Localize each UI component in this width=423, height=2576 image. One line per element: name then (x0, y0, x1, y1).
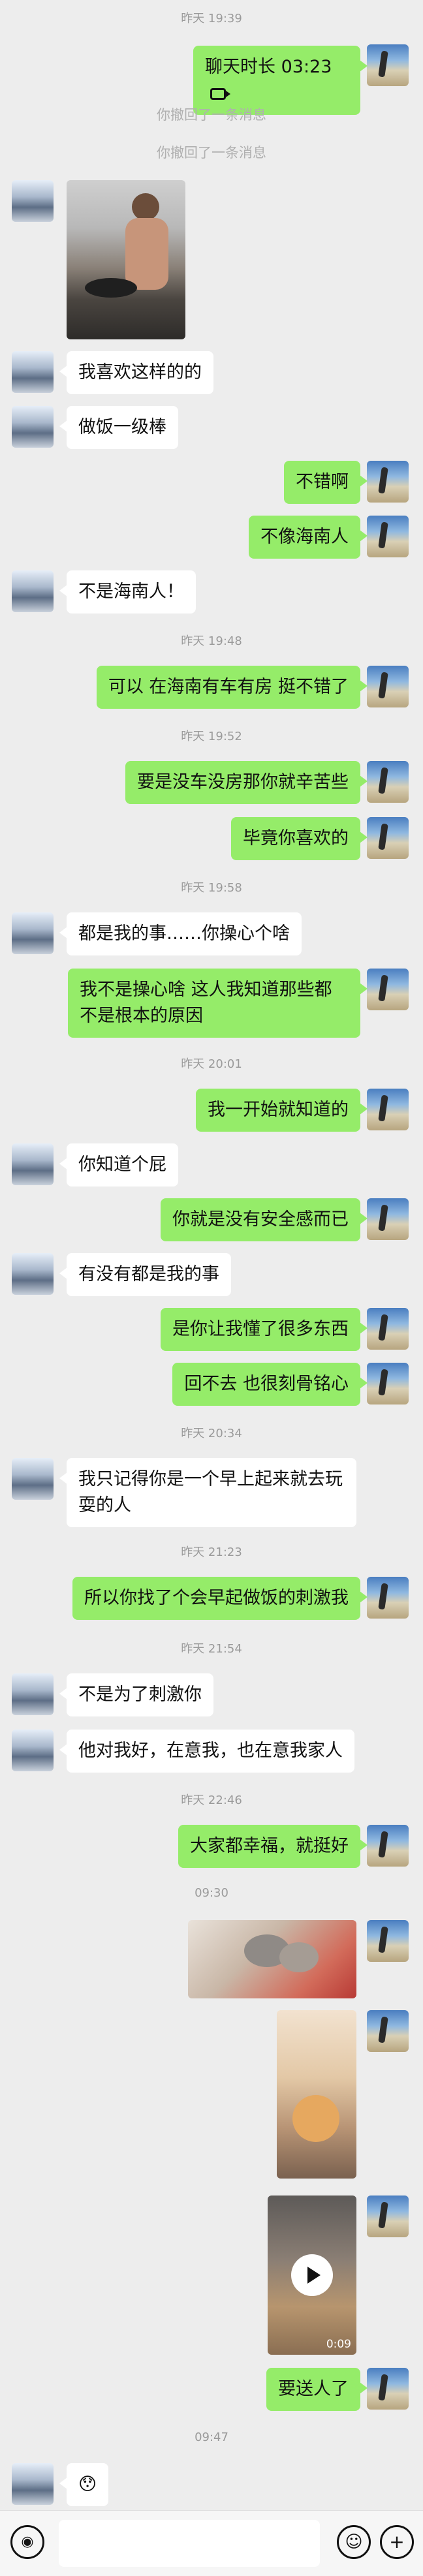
voice-icon[interactable]: ◉ (10, 2525, 44, 2559)
plus-icon[interactable]: + (380, 2525, 414, 2559)
person-head (132, 193, 159, 221)
message-bubble[interactable]: 可以 在海南有车有房 挺不错了 (96, 666, 368, 709)
message-bubble[interactable]: 我不是操心啥 这人我知道那些都不是根本的原因 (68, 969, 368, 1038)
timestamp: 昨天 21:54 (181, 1642, 242, 1656)
message-bubble[interactable]: 不错啊 (284, 461, 368, 504)
video-call-icon (210, 87, 230, 100)
message-bubble[interactable]: 是你让我懂了很多东西 (161, 1308, 368, 1351)
message-bubble[interactable]: 我喜欢这样的的 (59, 351, 213, 394)
my-avatar[interactable] (367, 1920, 409, 1962)
timestamp: 09:30 (195, 1886, 228, 1900)
emoji-bubble[interactable]: 😯 (59, 2463, 109, 2506)
timestamp: 昨天 20:01 (181, 1057, 242, 1071)
message-bubble[interactable]: 回不去 也很刻骨铭心 (172, 1363, 368, 1406)
my-avatar[interactable] (367, 1825, 409, 1867)
emoji-icon[interactable]: ☺ (337, 2525, 371, 2559)
my-avatar[interactable] (367, 666, 409, 707)
recall-notice: 你撤回了一条消息 (157, 107, 266, 123)
message-bubble[interactable]: 有没有都是我的事 (59, 1253, 231, 1296)
kitten-photo[interactable] (277, 2010, 356, 2179)
contact-avatar[interactable] (12, 1730, 54, 1771)
my-avatar[interactable] (367, 516, 409, 557)
contact-avatar[interactable] (12, 180, 54, 222)
kittens-photo[interactable] (188, 1920, 356, 1998)
message-bubble[interactable]: 我只记得你是一个早上起来就去玩耍的人 (59, 1458, 356, 1527)
message-bubble[interactable]: 所以你找了个会早起做饭的刺激我 (72, 1577, 368, 1620)
my-avatar[interactable] (367, 44, 409, 86)
my-avatar[interactable] (367, 2196, 409, 2237)
message-bubble[interactable]: 他对我好，在意我，也在意我家人 (59, 1730, 354, 1773)
timestamp: 昨天 20:34 (181, 1427, 242, 1440)
my-avatar[interactable] (367, 1363, 409, 1404)
person-body (125, 218, 168, 290)
message-input[interactable] (59, 2520, 320, 2567)
pan (85, 278, 137, 298)
message-bubble[interactable]: 不是海南人！ (59, 570, 196, 613)
timestamp: 昨天 19:48 (181, 634, 242, 648)
contact-avatar[interactable] (12, 570, 54, 612)
message-bubble[interactable]: 我一开始就知道的 (196, 1089, 368, 1132)
timestamp: 昨天 19:39 (181, 12, 242, 25)
man-cooking-photo[interactable] (67, 180, 185, 339)
message-bubble[interactable]: 要送人了 (266, 2368, 368, 2411)
contact-avatar[interactable] (12, 1143, 54, 1185)
contact-avatar[interactable] (12, 1253, 54, 1295)
message-bubble[interactable]: 不像海南人 (249, 516, 368, 559)
my-avatar[interactable] (367, 2010, 409, 2052)
my-avatar[interactable] (367, 1577, 409, 1619)
my-avatar[interactable] (367, 969, 409, 1010)
kitten-shape (279, 1942, 319, 1972)
my-avatar[interactable] (367, 1089, 409, 1130)
my-avatar[interactable] (367, 461, 409, 503)
message-bubble[interactable]: 你知道个屁 (59, 1143, 178, 1187)
message-bubble[interactable]: 要是没车没房那你就辛苦些 (125, 761, 368, 804)
timestamp: 昨天 19:52 (181, 730, 242, 743)
kitten-shape (292, 2095, 339, 2142)
message-bubble[interactable]: 不是为了刺激你 (59, 1673, 213, 1716)
message-bubble[interactable]: 做饭一级棒 (59, 406, 178, 449)
timestamp: 昨天 19:58 (181, 881, 242, 895)
recall-notice: 你撤回了一条消息 (157, 145, 266, 161)
contact-avatar[interactable] (12, 351, 54, 393)
timestamp: 昨天 22:46 (181, 1793, 242, 1807)
video-duration: 0:09 (326, 2338, 351, 2351)
message-bubble[interactable]: 大家都幸福，就挺好 (178, 1825, 368, 1868)
play-icon[interactable] (291, 2254, 333, 2296)
contact-avatar[interactable] (12, 406, 54, 448)
message-bubble[interactable]: 你就是没有安全感而已 (161, 1198, 368, 1241)
my-avatar[interactable] (367, 1198, 409, 1240)
video-message[interactable]: 0:09 (268, 2196, 356, 2355)
contact-avatar[interactable] (12, 2463, 54, 2505)
my-avatar[interactable] (367, 2368, 409, 2410)
contact-avatar[interactable] (12, 1458, 54, 1500)
timestamp: 09:47 (195, 2430, 228, 2444)
contact-avatar[interactable] (12, 1673, 54, 1715)
my-avatar[interactable] (367, 761, 409, 803)
contact-avatar[interactable] (12, 912, 54, 954)
timestamp: 昨天 21:23 (181, 1545, 242, 1559)
call-duration-text: 聊天时长 03:23 (205, 57, 332, 77)
message-bubble[interactable]: 都是我的事……你操心个啥 (59, 912, 302, 955)
my-avatar[interactable] (367, 817, 409, 859)
message-bubble[interactable]: 毕竟你喜欢的 (231, 817, 368, 860)
input-bar: ◉ ☺ + (0, 2510, 423, 2576)
my-avatar[interactable] (367, 1308, 409, 1350)
